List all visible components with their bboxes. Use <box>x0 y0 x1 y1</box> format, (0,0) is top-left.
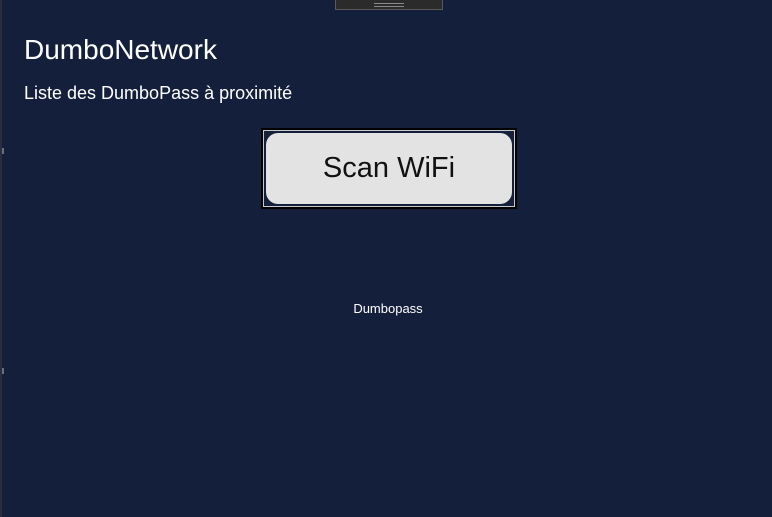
window-edge-marker <box>2 148 4 154</box>
page-title: DumboNetwork <box>24 34 217 65</box>
scan-wifi-button[interactable]: Scan WiFi <box>266 133 512 204</box>
window-edge-marker <box>2 368 4 374</box>
grip-line <box>374 3 404 4</box>
scan-button-focus-frame: Scan WiFi <box>261 128 517 209</box>
dumbopass-list-item[interactable]: Dumbopass <box>2 300 772 318</box>
window-drag-handle[interactable] <box>335 0 443 10</box>
grip-line <box>374 6 404 7</box>
app-window: DumboNetwork Liste des DumboPass à proxi… <box>0 0 772 517</box>
page-subtitle: Liste des DumboPass à proximité <box>24 83 293 103</box>
